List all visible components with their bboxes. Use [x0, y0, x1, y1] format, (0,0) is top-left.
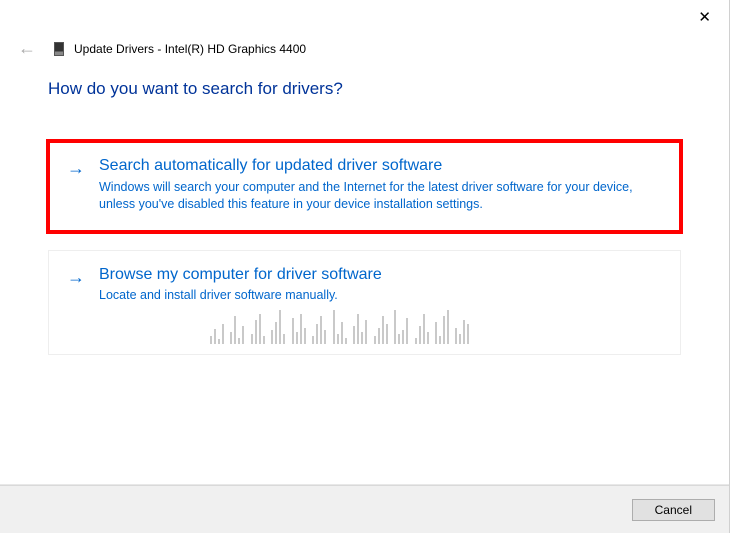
close-button[interactable]: ✕ [690, 4, 719, 30]
option-search-automatically[interactable]: → Search automatically for updated drive… [48, 141, 681, 232]
arrow-right-icon: → [67, 158, 85, 180]
footer: Cancel [0, 485, 729, 533]
cancel-button[interactable]: Cancel [632, 499, 715, 521]
option-title: Search automatically for updated driver … [99, 156, 662, 177]
option-text: Search automatically for updated driver … [99, 156, 662, 213]
window-title: Update Drivers - Intel(R) HD Graphics 44… [74, 42, 306, 56]
option-description: Windows will search your computer and th… [99, 179, 662, 213]
visual-artifact [209, 310, 489, 348]
option-title: Browse my computer for driver software [99, 265, 662, 286]
back-arrow-icon: ← [10, 38, 44, 59]
option-text: Browse my computer for driver software L… [99, 265, 662, 305]
option-description: Locate and install driver software manua… [99, 287, 662, 304]
device-icon [54, 42, 64, 56]
main-content: How do you want to search for drivers? →… [0, 59, 729, 355]
arrow-right-icon: → [67, 267, 85, 289]
header: ← Update Drivers - Intel(R) HD Graphics … [0, 0, 729, 59]
option-browse-computer[interactable]: → Browse my computer for driver software… [48, 250, 681, 356]
main-question: How do you want to search for drivers? [48, 79, 681, 99]
